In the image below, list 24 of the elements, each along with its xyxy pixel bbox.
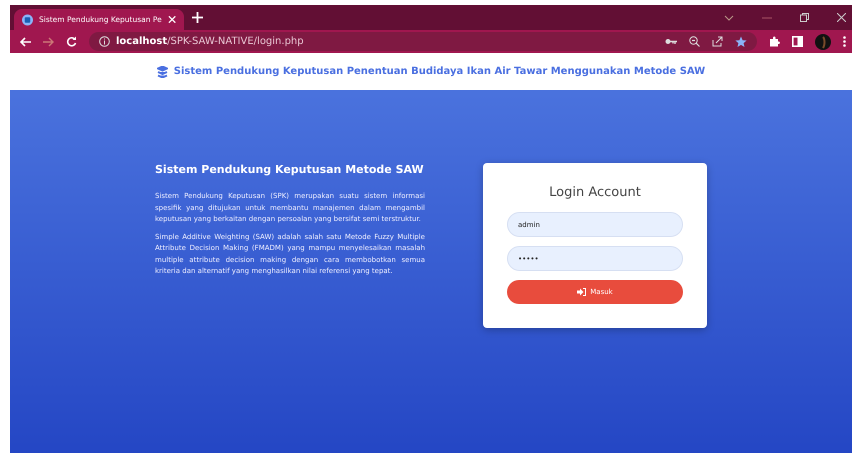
side-panel-icon[interactable] xyxy=(792,36,803,47)
share-icon[interactable] xyxy=(712,36,723,47)
info-icon xyxy=(99,36,110,47)
key-icon[interactable] xyxy=(665,38,677,45)
database-icon xyxy=(22,14,33,26)
back-arrow-icon[interactable] xyxy=(20,36,31,46)
login-title: Login Account xyxy=(549,185,641,200)
star-icon[interactable] xyxy=(735,36,747,48)
sign-in-icon xyxy=(577,288,586,296)
site-title: Sistem Pendukung Keputusan Penentuan Budidaya Ikan Air Tawar Menggunakan Metode SAW xyxy=(174,66,706,77)
intro-heading: Sistem Pendukung Keputusan Metode SAW xyxy=(155,163,425,177)
new-tab-icon[interactable] xyxy=(192,12,203,23)
minimize-icon[interactable] xyxy=(762,16,772,18)
chevron-down-icon[interactable] xyxy=(724,14,734,20)
menu-icon[interactable] xyxy=(843,36,846,47)
restore-icon[interactable] xyxy=(800,13,809,22)
address-field[interactable]: localhost/SPK-SAW-NATIVE/login.php xyxy=(89,32,757,51)
reload-icon[interactable] xyxy=(66,36,77,47)
zoom-out-icon[interactable] xyxy=(689,36,700,47)
puzzle-icon[interactable] xyxy=(769,36,780,47)
avatar-icon[interactable] xyxy=(815,34,831,50)
close-icon[interactable] xyxy=(837,13,846,22)
layers-icon xyxy=(156,66,168,78)
url-text: localhost/SPK-SAW-NATIVE/login.php xyxy=(116,36,304,47)
